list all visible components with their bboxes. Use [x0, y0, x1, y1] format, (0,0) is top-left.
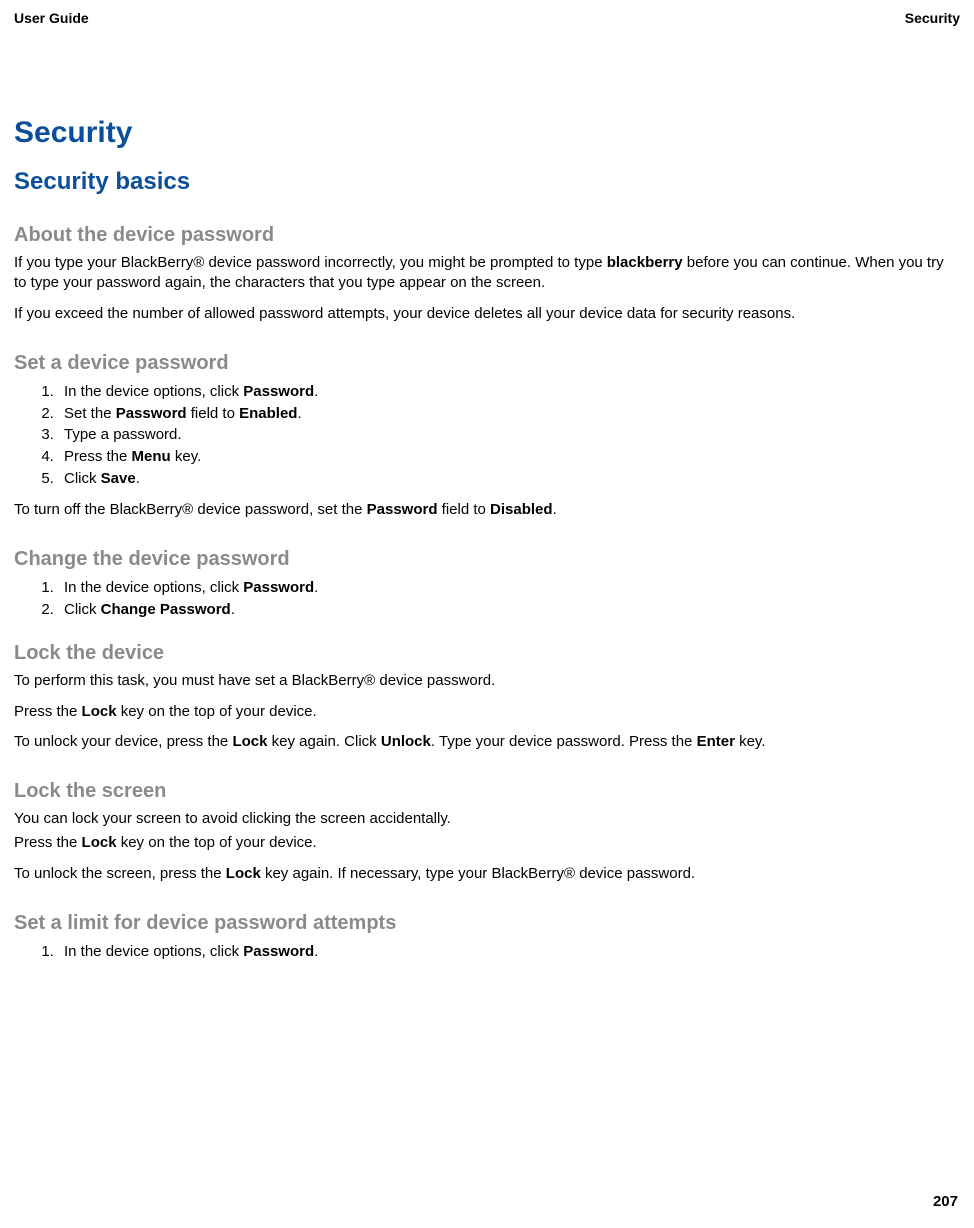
bold-text: Password [243, 383, 314, 400]
text: . Type your device password. Press the [431, 733, 697, 750]
paragraph: To perform this task, you must have set … [14, 671, 960, 691]
text: . [314, 579, 318, 596]
page-content: Security Security basics About the devic… [0, 116, 974, 963]
text: If you type your BlackBerry® device pass… [14, 254, 607, 271]
bold-text: Password [243, 943, 314, 960]
list-item: In the device options, click Password. [58, 381, 960, 403]
text: . [553, 501, 557, 518]
bold-text: blackberry [607, 254, 683, 271]
text: key on the top of your device. [117, 703, 317, 720]
heading-lock-device: Lock the device [14, 642, 960, 665]
list-item: Click Save. [58, 468, 960, 490]
heading-set-limit-password-attempts: Set a limit for device password attempts [14, 912, 960, 935]
list-item: Type a password. [58, 424, 960, 446]
ordered-steps: In the device options, click Password. C… [14, 577, 960, 621]
ordered-steps: In the device options, click Password. S… [14, 381, 960, 490]
bold-text: Save [101, 470, 136, 487]
bold-text: Enter [697, 733, 735, 750]
text: . [314, 943, 318, 960]
text: field to [187, 405, 240, 422]
text: key. [171, 448, 202, 465]
paragraph: To unlock the screen, press the Lock key… [14, 864, 960, 884]
list-item: Press the Menu key. [58, 446, 960, 468]
paragraph: You can lock your screen to avoid clicki… [14, 809, 960, 829]
bold-text: Password [116, 405, 187, 422]
list-item: Click Change Password. [58, 599, 960, 621]
text: Press the [14, 703, 82, 720]
page: User Guide Security Security Security ba… [0, 0, 974, 1228]
bold-text: Disabled [490, 501, 553, 518]
text: To turn off the BlackBerry® device passw… [14, 501, 367, 518]
text: . [314, 383, 318, 400]
bold-text: Menu [132, 448, 171, 465]
paragraph: To turn off the BlackBerry® device passw… [14, 500, 960, 520]
heading-set-device-password: Set a device password [14, 352, 960, 375]
text: To unlock your device, press the [14, 733, 232, 750]
text: key again. Click [267, 733, 380, 750]
text: Press the [14, 834, 82, 851]
paragraph: To unlock your device, press the Lock ke… [14, 732, 960, 752]
text: In the device options, click [64, 579, 243, 596]
text: In the device options, click [64, 943, 243, 960]
text: . [297, 405, 301, 422]
text: key. [735, 733, 766, 750]
bold-text: Lock [82, 703, 117, 720]
heading-change-device-password: Change the device password [14, 548, 960, 571]
page-number: 207 [933, 1193, 958, 1210]
list-item: Set the Password field to Enabled. [58, 403, 960, 425]
page-title: Security [14, 116, 960, 150]
text: To unlock the screen, press the [14, 865, 226, 882]
header-right: Security [905, 10, 960, 26]
page-header: User Guide Security [0, 0, 974, 26]
text: . [231, 601, 235, 618]
text: . [136, 470, 140, 487]
text: key on the top of your device. [117, 834, 317, 851]
text: In the device options, click [64, 383, 243, 400]
text: Press the [64, 448, 132, 465]
bold-text: Lock [232, 733, 267, 750]
bold-text: Password [367, 501, 438, 518]
paragraph: If you exceed the number of allowed pass… [14, 304, 960, 324]
text: field to [438, 501, 491, 518]
heading-about-device-password: About the device password [14, 224, 960, 247]
bold-text: Change Password [101, 601, 231, 618]
paragraph: Press the Lock key on the top of your de… [14, 833, 960, 853]
bold-text: Password [243, 579, 314, 596]
bold-text: Lock [226, 865, 261, 882]
bold-text: Lock [82, 834, 117, 851]
bold-text: Enabled [239, 405, 297, 422]
list-item: In the device options, click Password. [58, 577, 960, 599]
bold-text: Unlock [381, 733, 431, 750]
ordered-steps: In the device options, click Password. [14, 941, 960, 963]
heading-lock-screen: Lock the screen [14, 780, 960, 803]
text: key again. If necessary, type your Black… [261, 865, 695, 882]
list-item: In the device options, click Password. [58, 941, 960, 963]
paragraph: If you type your BlackBerry® device pass… [14, 253, 960, 294]
section-heading-security-basics: Security basics [14, 168, 960, 196]
header-left: User Guide [14, 10, 89, 26]
paragraph: Press the Lock key on the top of your de… [14, 702, 960, 722]
text: Click [64, 470, 101, 487]
text: Click [64, 601, 101, 618]
text: Set the [64, 405, 116, 422]
